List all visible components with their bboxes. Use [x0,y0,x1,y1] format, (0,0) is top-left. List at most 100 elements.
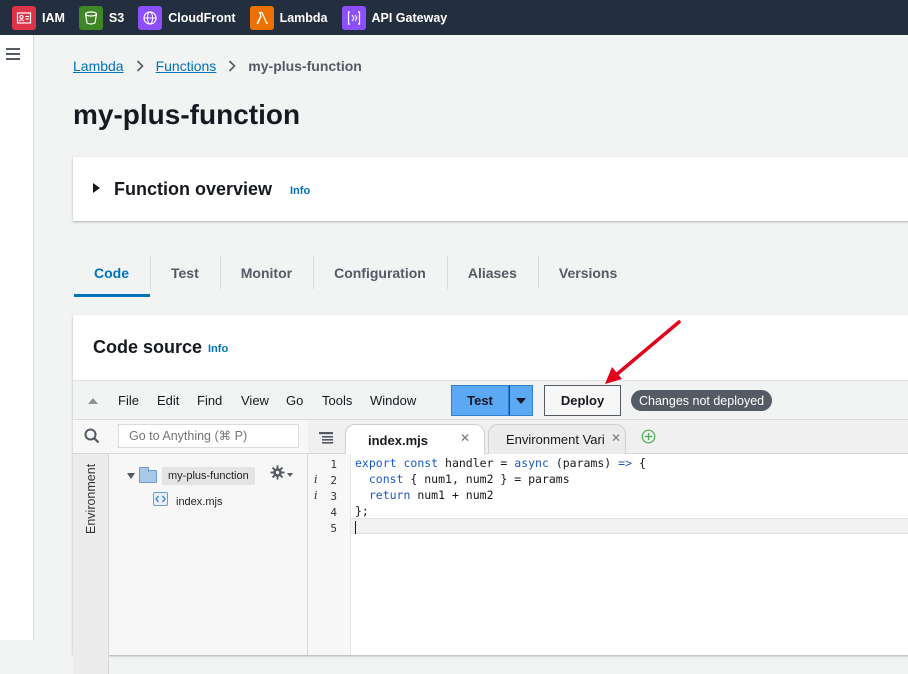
menu-tools[interactable]: Tools [322,393,352,408]
status-badge: Changes not deployed [631,390,773,411]
service-label: S3 [108,10,125,25]
collapse-up-icon[interactable] [88,398,98,404]
function-overview-info-link[interactable]: Info [290,185,310,197]
test-dropdown-button[interactable] [509,385,533,416]
code-text-area[interactable]: export const handler = async (params) =>… [351,454,908,655]
service-shortcut-s3[interactable]: S3 [78,0,125,35]
tree-file-item[interactable]: index.mjs [153,492,222,511]
tab-list-icon[interactable] [319,431,333,449]
environment-side-tab[interactable]: Environment [73,454,109,674]
tab-monitor[interactable]: Monitor [219,249,313,297]
environment-panel: Environment my-plus-function index.mjs [73,420,308,674]
deploy-button[interactable]: Deploy [544,385,621,416]
gear-icon [270,465,285,485]
line-number: 2 [330,474,337,487]
lambda-icon [249,5,274,30]
service-label: Lambda [279,10,328,25]
menu-edit[interactable]: Edit [157,393,179,408]
gutter-line: i2 [308,472,351,488]
code-source-info-link[interactable]: Info [208,343,228,355]
code-source-heading: Code source [93,337,203,357]
line-number: 5 [330,522,337,535]
tree-settings-button[interactable] [270,465,293,485]
tab-test[interactable]: Test [150,249,220,297]
caret-down-icon[interactable] [127,473,135,479]
environment-label: Environment [84,463,98,534]
caret-down-icon [287,473,293,477]
goto-anything-input[interactable] [118,424,299,448]
service-shortcut-api-gateway[interactable]: API Gateway [341,0,448,35]
add-tab-plus-icon[interactable] [641,429,656,449]
goto-search-row [73,420,308,454]
editor-pane: index.mjs ✕ Environment Vari ✕ 1 i2 i3 4… [308,420,908,655]
close-icon[interactable]: ✕ [611,431,621,445]
code-line: export const handler = async (params) =>… [355,456,646,470]
gutter-line: 5 [308,520,351,536]
code-line: const { num1, num2 } = params [368,472,570,486]
code-line-current [351,518,908,534]
menu-go[interactable]: Go [286,393,303,408]
menu-find[interactable]: Find [197,393,222,408]
info-marker-icon: i [314,489,318,502]
line-number-gutter: 1 i2 i3 4 5 [308,454,351,655]
breadcrumb-lambda-link[interactable]: Lambda [73,58,124,74]
text-cursor [355,521,356,534]
code-source-panel: Code source Info File Edit Find View Go … [73,315,908,674]
code-editor-area: Environment my-plus-function index.mjs [73,420,908,674]
service-shortcut-cloudfront[interactable]: CloudFront [138,0,236,35]
editor-tab-environment-variables[interactable]: Environment Vari ✕ [488,424,626,454]
function-overview-heading[interactable]: Function overview [114,179,272,200]
code-line: return num1 + num2 [368,488,494,502]
top-service-bar: IAM S3 CloudFront Lambda API Gateway [0,0,908,35]
service-shortcut-iam[interactable]: IAM [12,0,65,35]
service-shortcut-lambda[interactable]: Lambda [249,0,328,35]
test-button[interactable]: Test [451,385,509,416]
line-number: 3 [330,490,337,503]
gutter-line: i3 [308,488,351,504]
caret-down-icon [516,397,526,404]
expand-caret-icon[interactable] [93,183,100,193]
code-file-icon [153,492,168,511]
ide-toolbar: File Edit Find View Go Tools Window Test… [73,380,908,420]
breadcrumb-current: my-plus-function [248,58,362,74]
api-gateway-icon [341,5,366,30]
function-tabs: Code Test Monitor Configuration Aliases … [73,249,638,297]
menu-file[interactable]: File [118,393,139,408]
editor-tab-label: Environment Vari [506,432,605,447]
close-icon[interactable]: ✕ [460,431,470,445]
breadcrumb-functions-link[interactable]: Functions [156,58,217,74]
editor-tab-label: index.mjs [368,432,428,448]
s3-icon [78,5,103,30]
search-icon[interactable] [84,428,100,449]
tab-aliases[interactable]: Aliases [446,249,538,297]
menu-view[interactable]: View [241,393,269,408]
function-overview-panel: Function overview Info [73,157,908,221]
editor-tab-index-mjs[interactable]: index.mjs ✕ [345,424,485,455]
tree-root-folder[interactable]: my-plus-function [127,466,255,486]
service-label: API Gateway [371,10,448,25]
tree-root-label: my-plus-function [162,467,255,485]
folder-icon [139,466,157,483]
side-navigation-rail [0,35,34,640]
chevron-right-icon [136,60,144,72]
line-number: 1 [330,458,337,471]
code-line: }; [355,504,369,518]
service-label: CloudFront [168,10,236,25]
chevron-right-icon [228,60,236,72]
hamburger-menu-icon[interactable] [6,48,20,60]
iam-icon [12,5,36,30]
file-name: index.mjs [176,495,223,508]
gutter-line: 4 [308,504,351,520]
tab-versions[interactable]: Versions [537,249,638,297]
gutter-line: 1 [308,456,351,472]
breadcrumb: Lambda Functions my-plus-function [73,58,362,74]
cloudfront-icon [138,5,163,30]
info-marker-icon: i [314,473,318,486]
page-title: my-plus-function [73,99,301,130]
editor-tab-bar: index.mjs ✕ Environment Vari ✕ [308,420,908,455]
menu-window[interactable]: Window [370,393,416,408]
line-number: 4 [330,506,337,519]
tab-code[interactable]: Code [73,249,150,297]
tab-configuration[interactable]: Configuration [313,249,447,297]
service-label: IAM [42,10,65,25]
